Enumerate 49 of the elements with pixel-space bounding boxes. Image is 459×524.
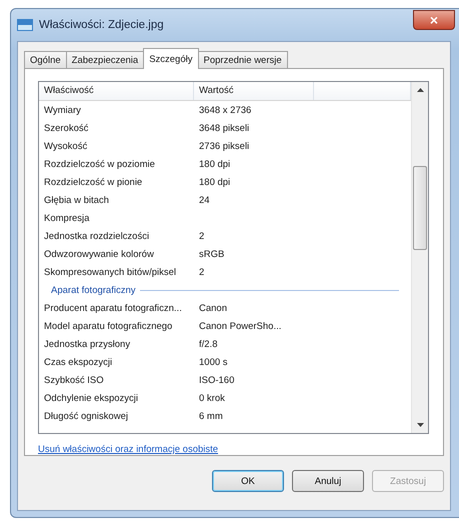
property-value: 3648 pikseli: [198, 122, 250, 134]
property-value: f/2.8: [198, 338, 218, 350]
scroll-thumb[interactable]: [413, 166, 427, 250]
property-value: ISO-160: [198, 374, 236, 386]
property-value: 1000 s: [198, 356, 229, 368]
tab[interactable]: Szczegóły: [143, 48, 198, 69]
window-icon: [17, 19, 33, 31]
property-value: 180 dpi: [198, 158, 232, 170]
property-value: 2: [198, 266, 206, 278]
property-value: Canon PowerSho...: [198, 320, 282, 332]
property-value: 6 mm: [198, 410, 224, 422]
property-value: sRGB: [198, 248, 226, 260]
dialog-button[interactable]: OK: [212, 470, 284, 492]
property-value: 3648 x 2736: [198, 104, 252, 116]
property-name: Szerokość: [43, 122, 90, 134]
property-name: Szybkość ISO: [43, 374, 105, 386]
property-name: Odwzorowywanie kolorów: [43, 248, 155, 260]
property-value: 2736 pikseli: [198, 140, 250, 152]
property-value: 2: [198, 230, 206, 242]
property-name: Głębia w bitach: [43, 194, 110, 206]
column-header[interactable]: Wartość: [194, 82, 314, 100]
property-name: Rozdzielczość w poziomie: [43, 158, 156, 170]
property-value: 24: [198, 194, 211, 206]
property-value: Canon: [198, 302, 228, 314]
tab[interactable]: Poprzednie wersje: [198, 51, 288, 68]
window-title: Właściwości: Zdjecie.jpg: [39, 19, 165, 31]
dialog-button[interactable]: Anuluj: [292, 470, 364, 492]
property-name: Wysokość: [43, 140, 88, 152]
property-name: Producent aparatu fotograficzn...: [43, 302, 183, 314]
tab[interactable]: Zabezpieczenia: [66, 51, 144, 68]
column-header[interactable]: Właściwość: [39, 82, 194, 100]
property-name: Kompresja: [43, 212, 90, 224]
property-name: Rozdzielczość w pionie: [43, 176, 144, 188]
property-name: Model aparatu fotograficznego: [43, 320, 174, 332]
property-name: Skompresowanych bitów/piksel: [43, 266, 178, 278]
property-name: Wymiary: [43, 104, 82, 116]
property-value: 0 krok: [198, 392, 226, 404]
property-name: Odchylenie ekspozycji: [43, 392, 139, 404]
tab[interactable]: Ogólne: [24, 51, 67, 68]
remove-properties-link[interactable]: Usuń właściwości oraz informacje osobiste: [38, 444, 218, 455]
property-name: Długość ogniskowej: [43, 410, 129, 422]
property-name: Jednostka rozdzielczości: [43, 230, 150, 242]
scroll-up-icon[interactable]: [416, 87, 424, 93]
property-value: 180 dpi: [198, 176, 232, 188]
group-header: Aparat fotograficzny: [51, 284, 136, 296]
property-name: Czas ekspozycji: [43, 356, 114, 368]
property-name: Jednostka przysłony: [43, 338, 132, 350]
scrollbar[interactable]: [411, 82, 428, 433]
scroll-down-icon[interactable]: [416, 422, 424, 428]
